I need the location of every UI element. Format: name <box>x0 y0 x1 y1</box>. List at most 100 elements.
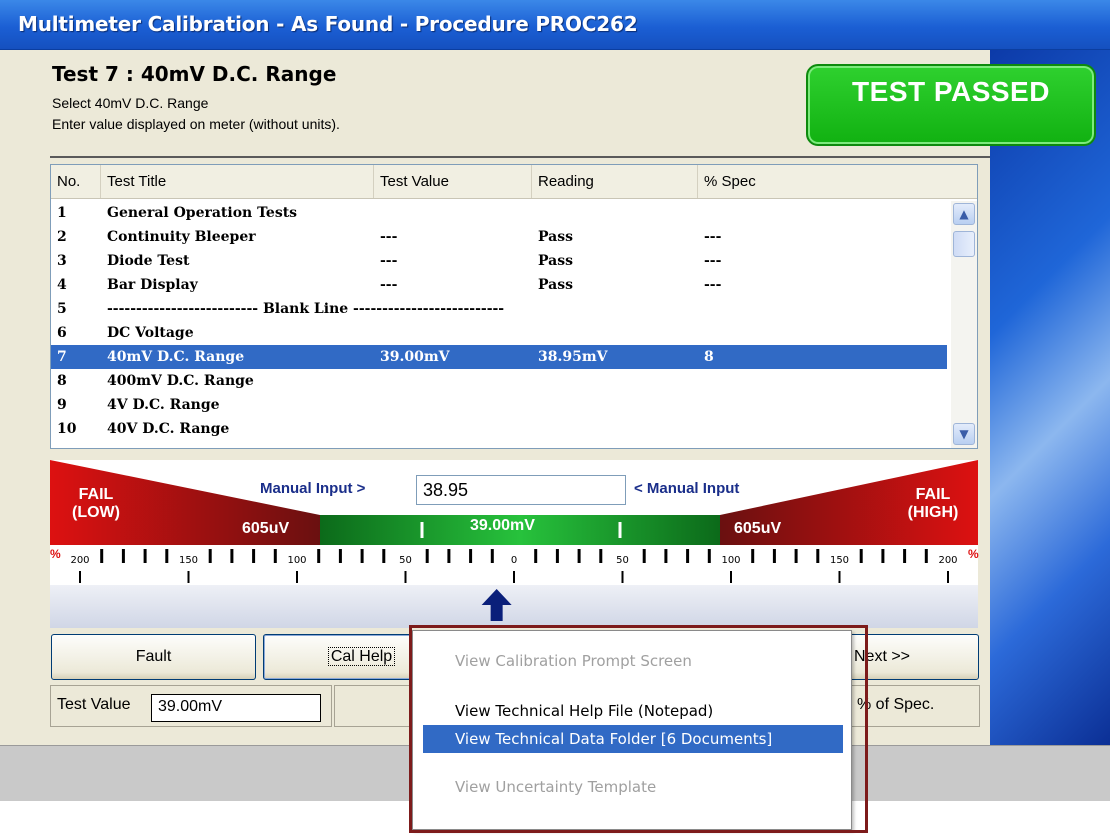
table-scrollbar[interactable]: ▲ ▼ <box>951 201 977 448</box>
tolerance-high-label: 605uV <box>734 520 782 537</box>
scale-end-right: % <box>968 547 979 561</box>
row-spec: --- <box>704 229 722 245</box>
fail-low-text: FAIL <box>78 486 114 503</box>
row-no: 8 <box>57 373 67 389</box>
row-no: 10 <box>57 421 77 437</box>
row-spec: --- <box>704 277 722 293</box>
title-bar: Multimeter Calibration - As Found - Proc… <box>0 0 1110 50</box>
column-header-test-title[interactable]: Test Title <box>101 165 374 198</box>
manual-input-label-left: Manual Input > <box>260 480 366 497</box>
row-title: 40V D.C. Range <box>107 421 230 437</box>
scale-tick-label: 50 <box>399 555 412 566</box>
table-row[interactable]: 6 DC Voltage <box>51 321 947 345</box>
side-decoration <box>990 50 1110 745</box>
row-title: 400mV D.C. Range <box>107 373 254 389</box>
row-test-value: --- <box>380 277 398 293</box>
row-no: 6 <box>57 325 67 341</box>
header-divider <box>50 156 990 158</box>
tolerance-gauge: FAIL (LOW) FAIL (HIGH) 605uV 605uV 39.00… <box>50 460 979 628</box>
gauge-band: FAIL (LOW) FAIL (HIGH) 605uV 605uV 39.00… <box>50 460 978 545</box>
scrollbar-thumb[interactable] <box>953 231 975 257</box>
manual-input-field[interactable] <box>416 475 626 505</box>
tolerance-low-label: 605uV <box>242 520 290 537</box>
spec-label: % of Spec. <box>857 696 935 713</box>
row-title: -------------------------- Blank Line --… <box>107 301 505 317</box>
row-test-value: --- <box>380 253 398 269</box>
row-no: 9 <box>57 397 67 413</box>
scale-tick-label: 200 <box>70 555 89 566</box>
row-no: 1 <box>57 205 67 221</box>
manual-input-label-right: < Manual Input <box>634 480 740 497</box>
scale-tick-label: 50 <box>616 555 629 566</box>
row-title: 40mV D.C. Range <box>107 349 245 365</box>
row-spec: 8 <box>704 349 714 365</box>
cal-help-button-label: Cal Help <box>327 647 396 666</box>
instruction-line-1: Select 40mV D.C. Range <box>52 95 209 111</box>
row-no: 5 <box>57 301 67 317</box>
scale-tick-label: 150 <box>830 555 849 566</box>
table-row[interactable]: 1 General Operation Tests <box>51 201 947 225</box>
row-reading: 38.95mV <box>538 349 608 365</box>
table-body: 1 General Operation Tests 2 Continuity B… <box>51 201 947 446</box>
table-row[interactable]: 9 4V D.C. Range <box>51 393 947 417</box>
scale-tick-label: 100 <box>287 555 306 566</box>
instruction-line-2: Enter value displayed on meter (without … <box>52 116 340 132</box>
table-row[interactable]: 8 400mV D.C. Range <box>51 369 947 393</box>
percent-scale-graphic: 200 150 100 50 0 50 100 150 200 <box>70 549 958 583</box>
column-header-spec[interactable]: % Spec <box>698 165 978 198</box>
scroll-up-arrow-icon[interactable]: ▲ <box>953 203 975 225</box>
row-title: General Operation Tests <box>107 205 298 221</box>
table-row[interactable]: 3 Diode Test --- Pass --- <box>51 249 947 273</box>
window-title: Multimeter Calibration - As Found - Proc… <box>18 12 638 36</box>
row-reading: Pass <box>538 253 573 269</box>
table-header: No. Test Title Test Value Reading % Spec <box>51 165 977 199</box>
table-row[interactable]: 2 Continuity Bleeper --- Pass --- <box>51 225 947 249</box>
row-spec: --- <box>704 253 722 269</box>
scale-tick-label: 0 <box>511 555 517 566</box>
test-heading: Test 7 : 40mV D.C. Range <box>52 62 337 86</box>
table-row[interactable]: 5 -------------------------- Blank Line … <box>51 297 947 321</box>
pointer-area <box>50 585 978 628</box>
test-status-text: TEST PASSED <box>852 76 1050 107</box>
row-no: 3 <box>57 253 67 269</box>
pointer-arrow-icon <box>481 589 512 621</box>
column-header-test-value[interactable]: Test Value <box>374 165 532 198</box>
scroll-down-arrow-icon[interactable]: ▼ <box>953 423 975 445</box>
test-value-panel: Test Value 39.00mV <box>50 685 332 727</box>
row-no: 2 <box>57 229 67 245</box>
fail-high-label: FAIL (HIGH) <box>888 486 978 522</box>
scale-tick-label: 200 <box>938 555 957 566</box>
row-title: Continuity Bleeper <box>107 229 256 245</box>
fault-button[interactable]: Fault <box>51 634 256 680</box>
fail-high-sub: (HIGH) <box>907 504 959 521</box>
scale-tick-label: 150 <box>179 555 198 566</box>
row-reading: Pass <box>538 229 573 245</box>
fail-low-label: FAIL (LOW) <box>56 486 136 522</box>
row-test-value: --- <box>380 229 398 245</box>
table-row-selected[interactable]: 7 40mV D.C. Range 39.00mV 38.95mV 8 <box>51 345 947 369</box>
percent-scale: 200 150 100 50 0 50 100 150 200 % % <box>50 545 979 585</box>
row-reading: Pass <box>538 277 573 293</box>
pointer-graphic <box>481 589 512 621</box>
fail-low-sub: (LOW) <box>72 504 120 521</box>
nominal-value-label: 39.00mV <box>470 517 535 534</box>
row-no: 7 <box>57 349 67 365</box>
row-title: Bar Display <box>107 277 198 293</box>
scale-end-left: % <box>50 547 61 561</box>
test-value-field: 39.00mV <box>151 694 321 722</box>
row-title: DC Voltage <box>107 325 194 341</box>
column-header-no[interactable]: No. <box>51 165 101 198</box>
test-status-badge: TEST PASSED <box>806 64 1096 146</box>
test-list-table: No. Test Title Test Value Reading % Spec… <box>50 164 978 449</box>
fault-button-label: Fault <box>135 648 172 665</box>
table-row[interactable]: 4 Bar Display --- Pass --- <box>51 273 947 297</box>
column-header-reading[interactable]: Reading <box>532 165 698 198</box>
test-value-label: Test Value <box>57 696 131 713</box>
row-title: Diode Test <box>107 253 190 269</box>
row-no: 4 <box>57 277 67 293</box>
fail-high-text: FAIL <box>915 486 951 503</box>
row-test-value: 39.00mV <box>380 349 450 365</box>
table-row[interactable]: 10 40V D.C. Range <box>51 417 947 441</box>
scale-tick-label: 100 <box>721 555 740 566</box>
menu-highlight-outline <box>409 625 868 833</box>
